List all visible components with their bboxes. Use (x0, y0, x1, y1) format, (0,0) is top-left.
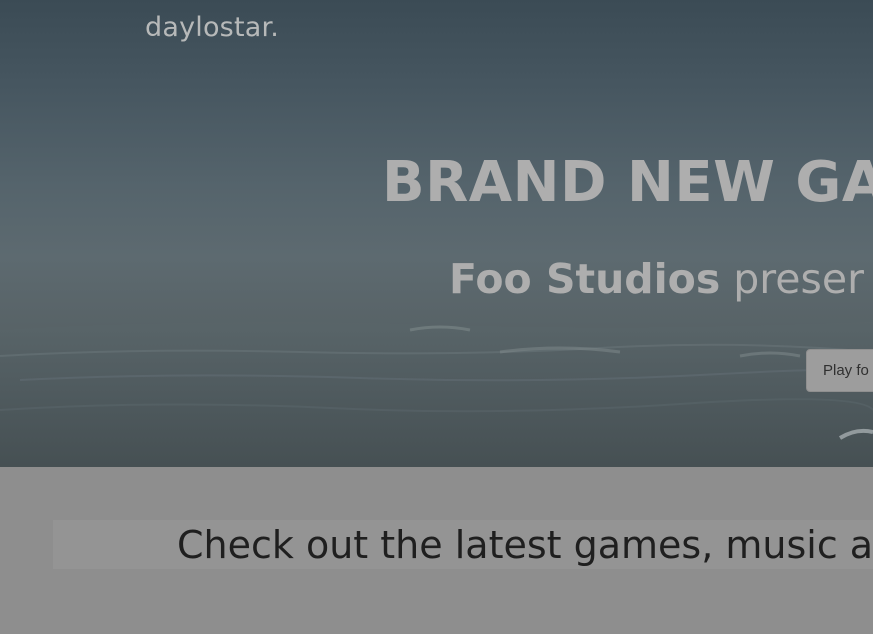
hero-subline: Foo Studios preser (449, 255, 864, 303)
play-button[interactable]: Play fo (806, 349, 873, 392)
studio-name: Foo Studios (449, 255, 721, 303)
subline-rest: preser (720, 255, 864, 303)
promo-tagline: Check out the latest games, music a (177, 523, 873, 567)
promo-section: Check out the latest games, music a (0, 467, 873, 634)
landing-page: daylostar. BRAND NEW GA Foo Studios pres… (0, 0, 873, 634)
hero-section: daylostar. BRAND NEW GA Foo Studios pres… (0, 0, 873, 467)
hero-background-image (0, 322, 873, 467)
hero-headline: BRAND NEW GA (382, 150, 873, 215)
brand-logo[interactable]: daylostar. (145, 12, 279, 43)
hero-headline-text: BRAND NEW GA (382, 150, 873, 215)
